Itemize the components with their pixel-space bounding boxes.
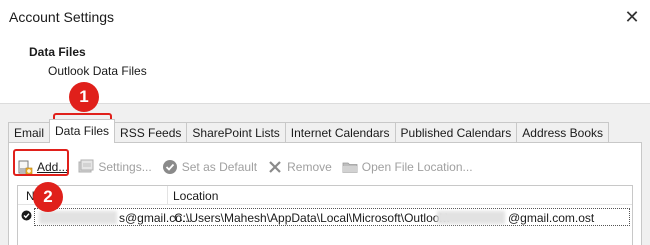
data-files-panel: Add... Settings... Set as Default Remove… — [8, 142, 642, 245]
table-row[interactable]: s@gmail.co... C:\Users\Mahesh\AppData\Lo… — [34, 208, 630, 226]
settings-button-label: Settings... — [98, 160, 152, 174]
remove-button[interactable]: Remove — [267, 157, 332, 177]
tab-data-files[interactable]: Data Files — [49, 119, 116, 143]
step-1-badge: 1 — [69, 82, 99, 112]
dialog-body: Email Data Files RSS Feeds SharePoint Li… — [0, 103, 650, 245]
add-button[interactable]: Add... — [17, 157, 68, 177]
set-default-button-label: Set as Default — [181, 160, 258, 174]
title-bar: Account Settings ✕ — [0, 0, 650, 34]
add-button-label: Add... — [37, 160, 69, 174]
window-title: Account Settings — [9, 9, 115, 25]
column-header-location[interactable]: Location — [173, 189, 218, 203]
default-checkmark-icon — [21, 210, 32, 221]
remove-button-label: Remove — [287, 160, 332, 174]
checkmark-circle-icon — [162, 160, 177, 174]
header-title: Data Files — [29, 45, 86, 59]
tab-sharepoint-lists[interactable]: SharePoint Lists — [186, 122, 286, 143]
tab-published-calendars[interactable]: Published Calendars — [394, 122, 518, 143]
add-file-icon — [18, 160, 33, 175]
open-file-location-button[interactable]: Open File Location... — [342, 157, 473, 177]
row-location-end: @gmail.com.ost — [508, 211, 595, 225]
settings-button[interactable]: Settings... — [78, 157, 152, 177]
data-files-list[interactable]: N Location s@gmail.co... C:\Users\Mahesh… — [17, 185, 633, 245]
settings-icon — [78, 159, 94, 173]
toolbar: Add... Settings... Set as Default Remove… — [17, 157, 483, 177]
tab-rss-feeds[interactable]: RSS Feeds — [114, 122, 188, 143]
set-default-button[interactable]: Set as Default — [162, 157, 257, 177]
remove-x-icon — [269, 161, 281, 173]
open-file-location-button-label: Open File Location... — [361, 160, 473, 174]
column-divider[interactable] — [167, 186, 168, 205]
tab-strip: Email Data Files RSS Feeds SharePoint Li… — [8, 119, 609, 143]
folder-icon — [342, 162, 358, 173]
row-location: C:\Users\Mahesh\AppData\Local\Microsoft\… — [174, 211, 449, 225]
redacted-name — [39, 211, 117, 224]
tab-address-books[interactable]: Address Books — [516, 122, 609, 143]
header-subtitle: Outlook Data Files — [48, 64, 147, 78]
close-icon[interactable]: ✕ — [620, 6, 644, 28]
redacted-location — [437, 211, 505, 224]
list-header: N Location — [18, 186, 632, 205]
step-2-badge: 2 — [33, 182, 63, 212]
tab-internet-calendars[interactable]: Internet Calendars — [284, 122, 396, 143]
tab-email[interactable]: Email — [8, 122, 51, 143]
